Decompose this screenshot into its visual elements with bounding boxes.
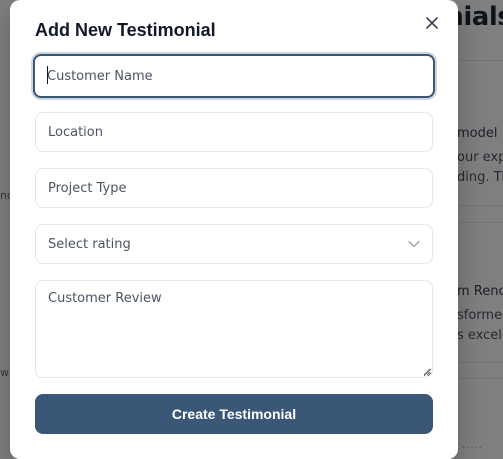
- customer-review-textarea[interactable]: [35, 280, 433, 378]
- text-cursor: [47, 66, 48, 84]
- chevron-down-icon: [408, 240, 420, 248]
- location-input[interactable]: [35, 112, 433, 152]
- rating-select[interactable]: Select rating: [35, 224, 433, 264]
- add-testimonial-dialog: Add New Testimonial Select rating Create…: [10, 0, 458, 459]
- dialog-title: Add New Testimonial: [35, 20, 216, 40]
- customer-name-input[interactable]: [33, 54, 435, 98]
- close-icon: [426, 17, 438, 29]
- project-type-input[interactable]: [35, 168, 433, 208]
- create-testimonial-button[interactable]: Create Testimonial: [35, 394, 433, 434]
- close-button[interactable]: [420, 11, 444, 35]
- rating-select-label: Select rating: [48, 236, 131, 252]
